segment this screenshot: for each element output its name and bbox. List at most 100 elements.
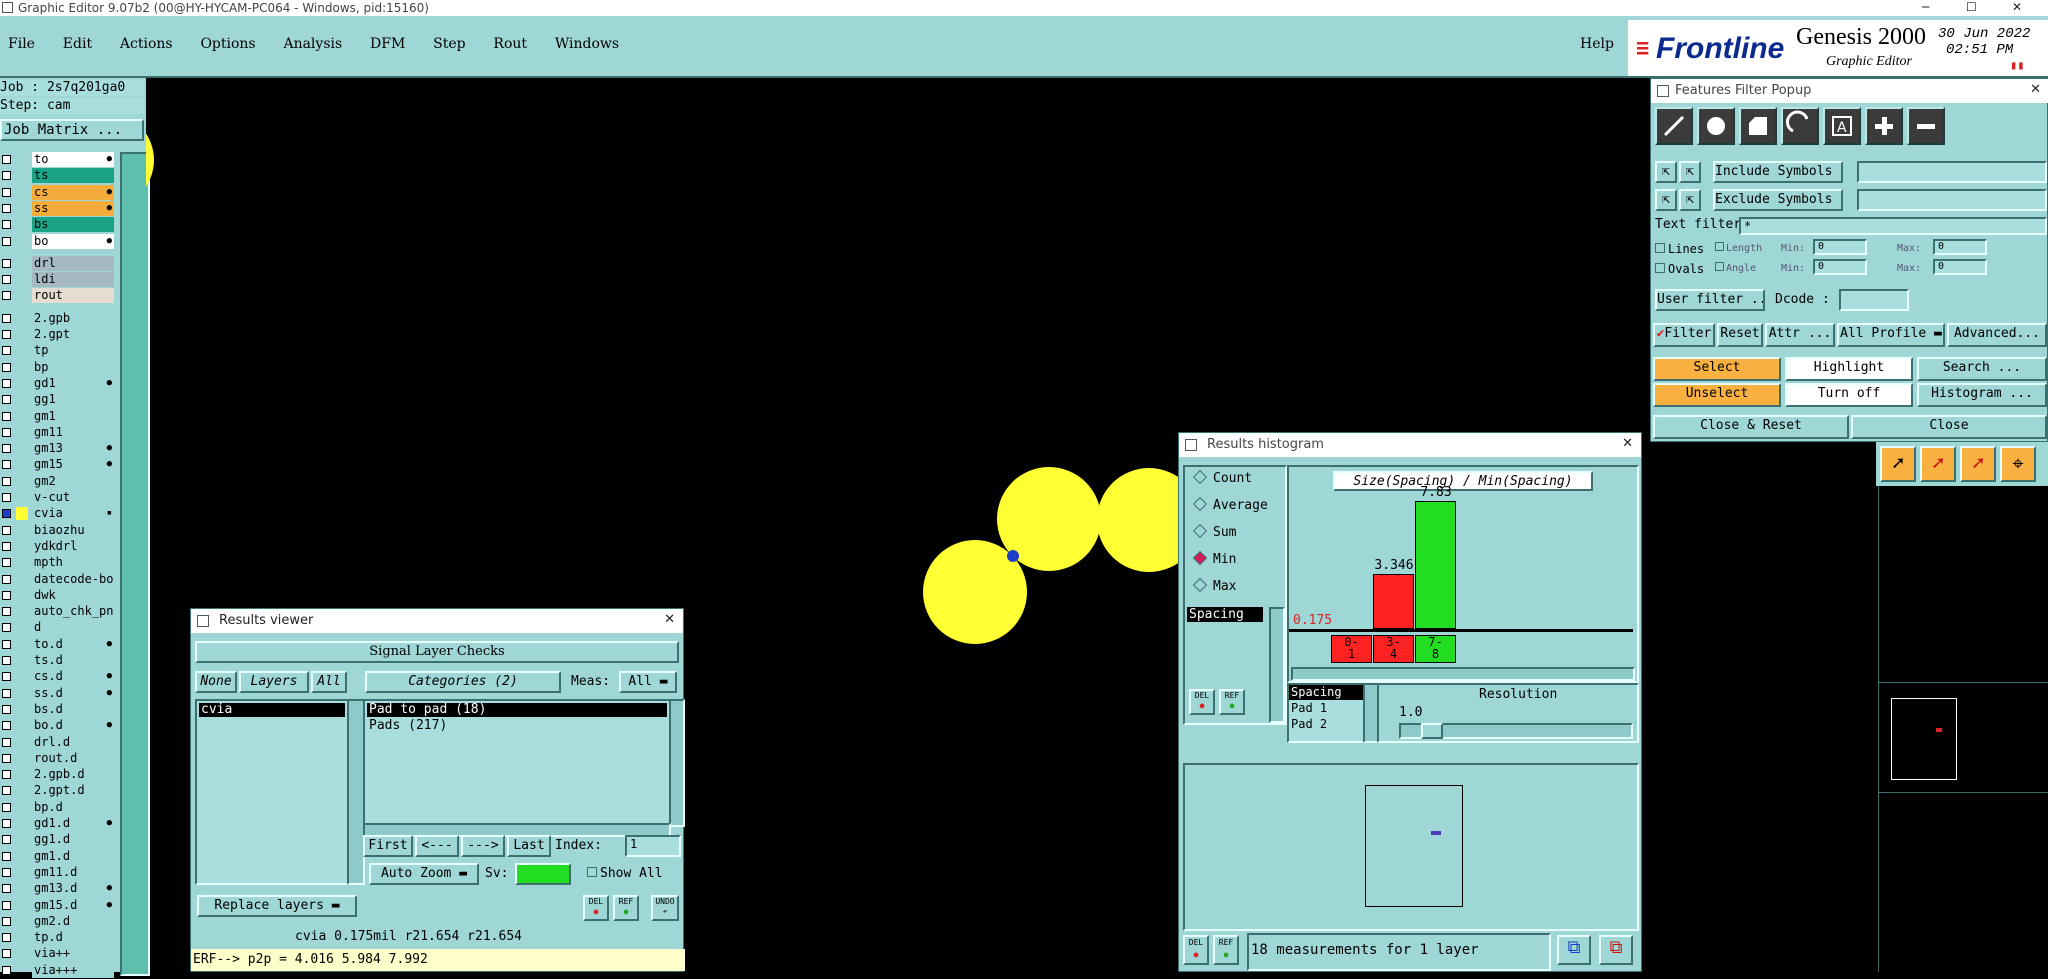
- layer-name[interactable]: ydkdrl: [32, 538, 114, 554]
- layer-checkbox[interactable]: [2, 835, 11, 845]
- resolution-slider[interactable]: [1399, 723, 1633, 739]
- layer-row-drl[interactable]: drl: [0, 255, 116, 272]
- layer-name[interactable]: bp: [32, 359, 114, 375]
- show-all-checkbox[interactable]: Show All: [587, 866, 663, 882]
- layer-name[interactable]: ts.d: [32, 653, 114, 668]
- layer-row-gm15.d[interactable]: gm15.d ●: [0, 897, 116, 914]
- del-icon[interactable]: DEL ●: [1183, 935, 1209, 965]
- layer-row-bo[interactable]: bo ●: [0, 233, 116, 250]
- histogram-detail-list[interactable]: Spacing Pad 1 Pad 2: [1287, 683, 1367, 743]
- layer-row-gd1.d[interactable]: gd1.d ●: [0, 816, 116, 832]
- layer-row-ldi[interactable]: ldi: [0, 272, 116, 288]
- text-filter-input[interactable]: *: [1739, 217, 2047, 235]
- layer-name[interactable]: 2.gpb.d: [32, 767, 114, 783]
- layer-checkbox[interactable]: [2, 220, 11, 230]
- layer-checkbox[interactable]: [2, 688, 11, 698]
- layer-checkbox[interactable]: [2, 155, 11, 164]
- close-icon[interactable]: ✕: [1622, 436, 1633, 451]
- layer-checkbox[interactable]: [2, 721, 11, 731]
- layer-row-drl.d[interactable]: drl.d: [0, 734, 116, 751]
- layer-row-tp.d[interactable]: tp.d: [0, 930, 116, 946]
- overview-panel[interactable]: [1878, 486, 2048, 972]
- first-button[interactable]: First: [363, 835, 413, 857]
- layer-checkbox[interactable]: [2, 291, 11, 301]
- length-min-input[interactable]: 0: [1813, 239, 1867, 255]
- close-icon[interactable]: ✕: [2030, 82, 2041, 97]
- zoom-fit-icon[interactable]: ⧉: [1557, 935, 1591, 965]
- pointer-select-icon[interactable]: ➚: [1920, 446, 1956, 482]
- layer-checkbox[interactable]: [2, 737, 11, 747]
- histogram-preview[interactable]: [1183, 763, 1639, 931]
- layer-name[interactable]: dwk: [32, 587, 114, 603]
- layer-name[interactable]: datecode-bo: [32, 571, 114, 587]
- prev-button[interactable]: <---: [415, 835, 459, 857]
- unselect-button[interactable]: Unselect: [1653, 383, 1781, 407]
- layer-checkbox[interactable]: [2, 187, 11, 197]
- sv-color-select[interactable]: [515, 863, 571, 885]
- layer-row-2.gpt.d[interactable]: 2.gpt.d: [0, 783, 116, 799]
- layer-name[interactable]: d: [32, 620, 114, 636]
- layer-checkbox[interactable]: [2, 802, 11, 812]
- layer-name[interactable]: v-cut: [32, 490, 114, 505]
- layer-checkbox[interactable]: [2, 541, 11, 551]
- layer-name[interactable]: gm1: [32, 408, 114, 424]
- mode-min[interactable]: Min: [1192, 550, 1236, 570]
- include-arrow-icon[interactable]: ⇱: [1655, 161, 1677, 183]
- layer-row-cs.d[interactable]: cs.d ●: [0, 669, 116, 685]
- layer-name[interactable]: ss.d: [32, 685, 114, 701]
- close-button[interactable]: Close: [1851, 415, 2047, 439]
- exclude-pick-icon[interactable]: ⇱: [1679, 189, 1701, 211]
- layer-name[interactable]: ldi: [32, 272, 114, 288]
- layer-name[interactable]: gm13: [32, 441, 114, 457]
- search-button[interactable]: Search ...: [1917, 357, 2047, 381]
- layer-row-dwk[interactable]: dwk: [0, 587, 116, 604]
- meas-select[interactable]: All ▬: [619, 671, 677, 693]
- menu-actions[interactable]: Actions: [120, 36, 173, 52]
- layer-row-gm11[interactable]: gm11: [0, 424, 116, 441]
- mode-max[interactable]: Max: [1192, 577, 1236, 597]
- layer-name[interactable]: gm1.d: [32, 848, 114, 864]
- layer-checkbox[interactable]: [2, 884, 11, 894]
- bin-label[interactable]: 3- 4: [1373, 635, 1414, 663]
- arc-tool-icon[interactable]: [1781, 107, 1819, 145]
- layer-name[interactable]: via+++: [32, 962, 114, 978]
- layer-checkbox[interactable]: [2, 786, 11, 796]
- ref-icon[interactable]: REF ●: [1213, 935, 1239, 965]
- mode-average[interactable]: Average: [1192, 496, 1268, 516]
- layer-name[interactable]: gm13.d: [32, 881, 114, 897]
- highlight-button[interactable]: Highlight: [1785, 357, 1913, 381]
- histogram-bar[interactable]: [1415, 501, 1456, 629]
- menu-dfm[interactable]: DFM: [370, 36, 405, 52]
- layer-checkbox[interactable]: [2, 656, 11, 665]
- layer-checkbox[interactable]: [2, 444, 11, 454]
- layer-name[interactable]: gm11.d: [32, 864, 114, 880]
- turn-off-button[interactable]: Turn off: [1785, 383, 1913, 407]
- layer-name[interactable]: mpth: [32, 555, 114, 571]
- layer-row-gm13[interactable]: gm13 ●: [0, 441, 116, 457]
- layer-checkbox[interactable]: [2, 171, 11, 181]
- menu-help[interactable]: Help: [1580, 36, 1634, 52]
- undo-icon[interactable]: UNDO ↶: [651, 895, 679, 921]
- layer-row-rout.d[interactable]: rout.d: [0, 750, 116, 767]
- layer-checkbox[interactable]: [2, 493, 11, 502]
- zoom-selected-icon[interactable]: ⧉: [1599, 935, 1633, 965]
- minus-icon[interactable]: [1907, 107, 1945, 145]
- layer-name[interactable]: rout: [32, 288, 114, 304]
- maximize-icon[interactable]: ☐: [1966, 0, 1977, 14]
- layer-row-ts[interactable]: ts: [0, 168, 116, 184]
- layer-row-ss.d[interactable]: ss.d ●: [0, 685, 116, 702]
- layers-button[interactable]: Layers: [239, 671, 309, 693]
- layer-checkbox[interactable]: [2, 916, 11, 926]
- menu-file[interactable]: File: [8, 36, 35, 52]
- layer-row-gm1[interactable]: gm1: [0, 408, 116, 425]
- ref-icon[interactable]: REF ●: [1219, 689, 1245, 715]
- layer-row-gg1.d[interactable]: gg1.d: [0, 832, 116, 848]
- all-button[interactable]: All: [311, 671, 347, 693]
- text-tool-icon[interactable]: A: [1823, 107, 1861, 145]
- layer-row-ss[interactable]: ss ●: [0, 200, 116, 217]
- layer-checkbox[interactable]: [2, 639, 11, 649]
- layer-row-bp.d[interactable]: bp.d: [0, 799, 116, 816]
- bin-label[interactable]: 7- 8: [1415, 635, 1456, 663]
- pointer-measure-icon[interactable]: ⌖: [2000, 446, 2036, 482]
- layer-name[interactable]: to.d: [32, 636, 114, 652]
